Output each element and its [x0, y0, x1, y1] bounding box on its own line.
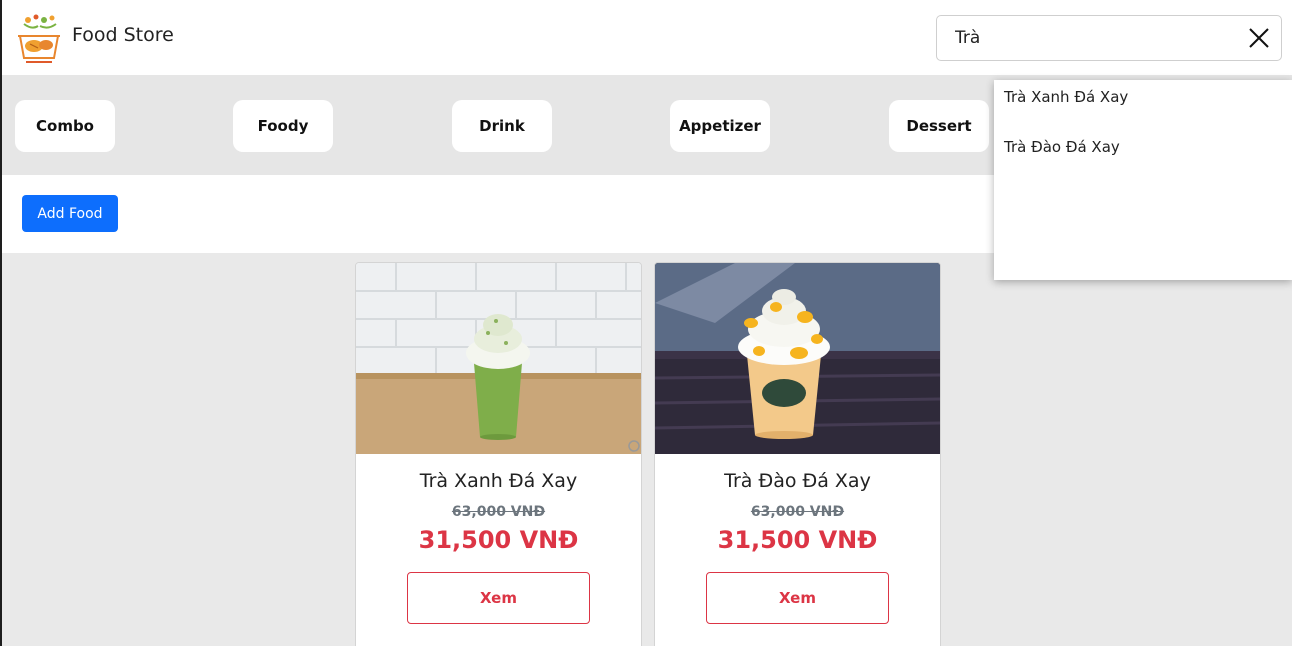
brand-name[interactable]: Food Store	[72, 24, 174, 46]
category-dessert[interactable]: Dessert	[889, 100, 989, 152]
suggestion-item[interactable]: Trà Đào Đá Xay	[1004, 138, 1120, 156]
header: Food Store	[2, 0, 1292, 75]
original-price: 63,000 VNĐ	[451, 504, 546, 520]
search-input[interactable]	[938, 17, 1238, 59]
food-basket-logo-icon[interactable]	[14, 12, 64, 64]
view-product-button[interactable]: Xem	[706, 572, 889, 624]
view-product-button[interactable]: Xem	[407, 572, 590, 624]
peach-tea-frappe-image	[655, 263, 940, 454]
category-combo[interactable]: Combo	[15, 100, 115, 152]
category-drink[interactable]: Drink	[452, 100, 552, 152]
sale-price: 31,500 VNĐ	[717, 526, 878, 554]
search-box	[936, 15, 1282, 61]
product-name: Trà Xanh Đá Xay	[419, 470, 578, 492]
add-food-button[interactable]: Add Food	[22, 195, 118, 232]
sale-price: 31,500 VNĐ	[418, 526, 579, 554]
category-appetizer[interactable]: Appetizer	[670, 100, 770, 152]
category-foody[interactable]: Foody	[233, 100, 333, 152]
close-icon[interactable]	[1247, 26, 1271, 50]
green-tea-frappe-image	[356, 263, 641, 454]
original-price: 63,000 VNĐ	[750, 504, 845, 520]
product-card: Trà Đào Đá Xay 63,000 VNĐ 31,500 VNĐ Xem	[654, 262, 941, 646]
suggestion-item[interactable]: Trà Xanh Đá Xay	[1004, 88, 1128, 106]
product-name: Trà Đào Đá Xay	[724, 470, 871, 492]
search-suggestions-dropdown: Trà Xanh Đá Xay Trà Đào Đá Xay	[994, 80, 1292, 280]
product-card: Trà Xanh Đá Xay 63,000 VNĐ 31,500 VNĐ Xe…	[355, 262, 642, 646]
